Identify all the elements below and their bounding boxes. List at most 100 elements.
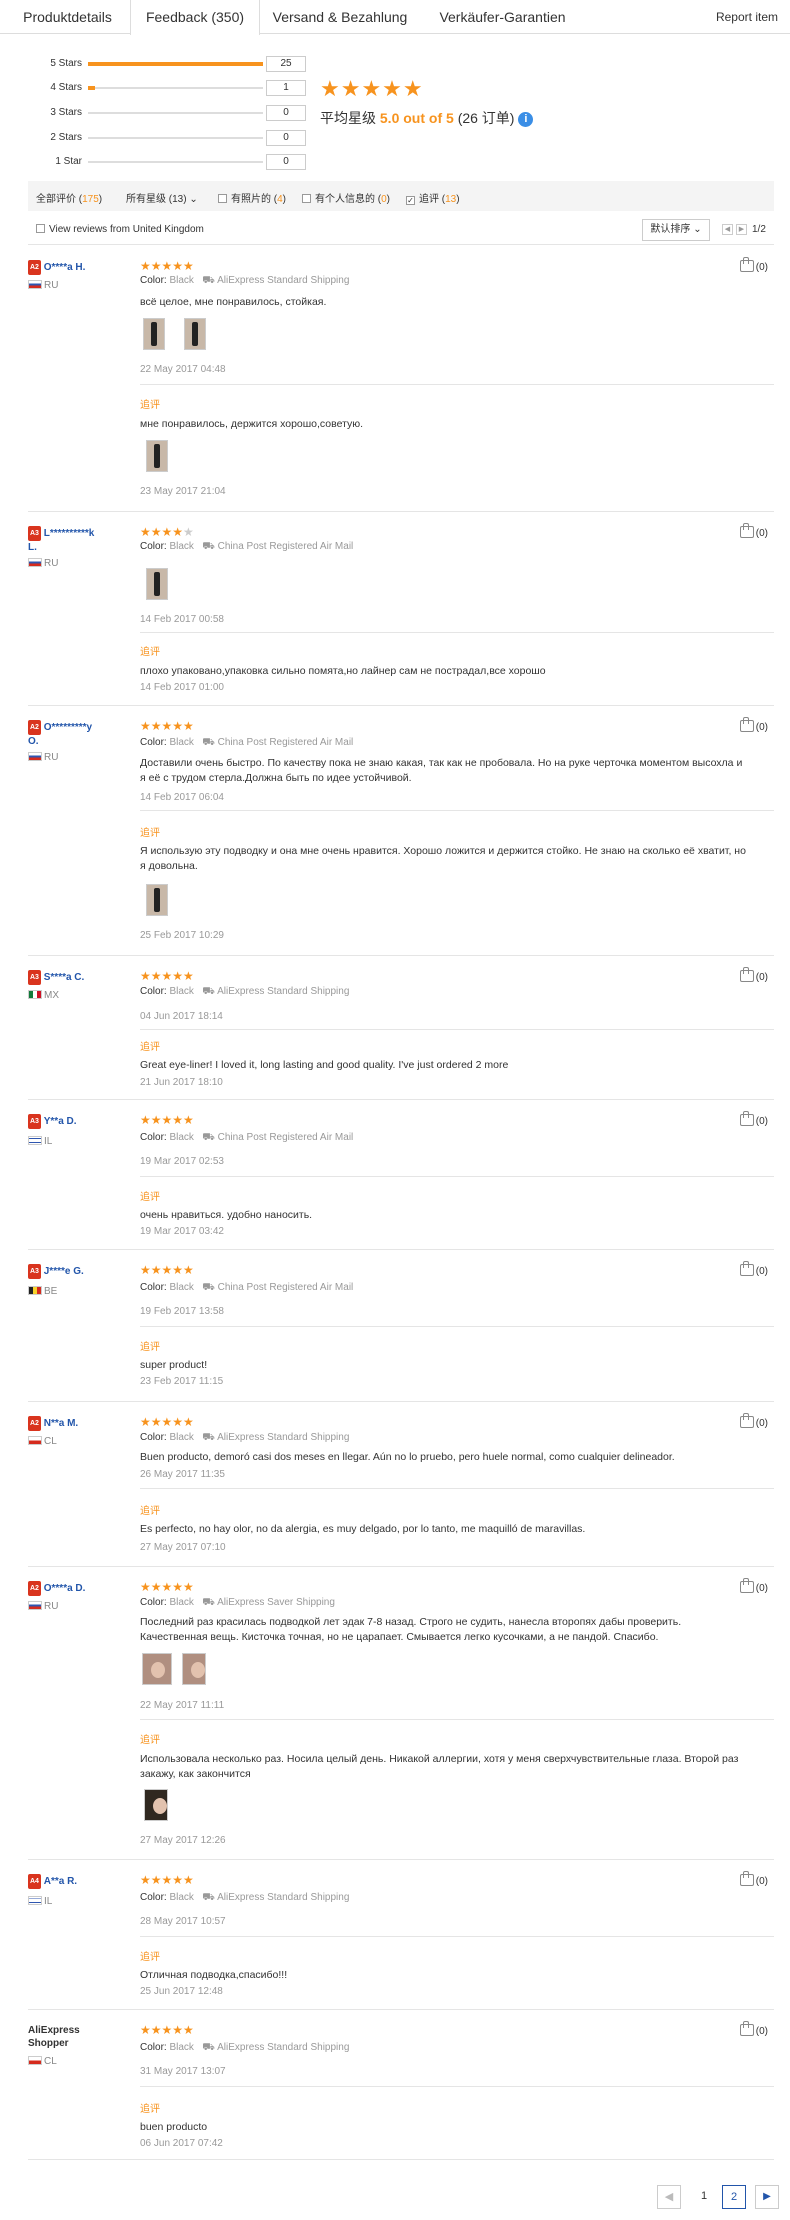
- filter-all-stars[interactable]: 所有星级 (13) ⌄: [126, 190, 198, 205]
- flag-icon: [28, 2056, 42, 2065]
- checkbox-checked[interactable]: ✓: [406, 196, 415, 205]
- color-key: Color:: [140, 541, 167, 552]
- sort-dropdown[interactable]: 默认排序 ⌄: [642, 219, 710, 241]
- review-text: Buen producto, demoró casi dos meses en …: [140, 1451, 675, 1463]
- chevron-left-icon[interactable]: ◀: [657, 2185, 681, 2209]
- reviewer-name-text: A**a R.: [43, 1876, 78, 1887]
- review-date: 19 Feb 2017 13:58: [140, 1306, 224, 1317]
- review-photo[interactable]: [182, 1653, 206, 1685]
- page-count: 1/2: [752, 224, 766, 235]
- filter-additional[interactable]: ✓ 追评 (13): [406, 190, 460, 205]
- review-item: A3 S****a C. MX ★★★★★ Color: Black ⛟ Ali…: [28, 956, 774, 1100]
- truck-icon: ⛟: [202, 1282, 215, 1293]
- reviewer-name[interactable]: AliExpress Shopper: [28, 2024, 124, 2050]
- review-date: 19 Mar 2017 02:53: [140, 1156, 224, 1167]
- tab-seller-guarantees[interactable]: Verkäufer-Garantien: [420, 0, 585, 34]
- divider: [140, 632, 774, 633]
- flag-icon: [28, 280, 42, 289]
- reviewer-name[interactable]: A4 A**a R.: [28, 1874, 124, 1889]
- thumbs-up-icon: [739, 967, 754, 982]
- rating-stars: ★★★★★: [140, 259, 194, 273]
- review-item: A3 J****e G. BE ★★★★★ Color: Black ⛟ Chi…: [28, 1250, 774, 1402]
- review-date: 14 Feb 2017 00:58: [140, 614, 224, 625]
- star-row-track: [88, 137, 263, 139]
- truck-icon: ⛟: [202, 541, 215, 552]
- thumbs-up-icon: [739, 1261, 754, 1276]
- info-icon[interactable]: i: [518, 111, 534, 127]
- checkbox[interactable]: [302, 194, 311, 203]
- filter-with-personal-info[interactable]: 有个人信息的 (0): [302, 190, 390, 205]
- reviewer-name[interactable]: A2 N**a M.: [28, 1416, 124, 1431]
- additional-date: 21 Jun 2017 18:10: [140, 1077, 223, 1088]
- additional-text: Es perfecto, no hay olor, no da alergia,…: [140, 1523, 586, 1535]
- tab-product-details[interactable]: Produktdetails: [0, 0, 135, 34]
- review-photo[interactable]: [144, 1789, 168, 1821]
- reviewer-name[interactable]: A2 O****a H.: [28, 260, 124, 275]
- star-row-track: [88, 86, 263, 90]
- reviewer-name[interactable]: A3 J****e G.: [28, 1264, 124, 1279]
- helpful-button[interactable]: (0): [739, 1871, 768, 1887]
- reviewer-name-text: Y**a D.: [43, 1116, 77, 1127]
- helpful-button[interactable]: (0): [739, 2021, 768, 2037]
- page-2[interactable]: 2: [722, 2185, 746, 2209]
- filter-all-close: ): [98, 194, 103, 205]
- helpful-button[interactable]: (0): [739, 1578, 768, 1594]
- additional-text: плохо упаковано,упаковка сильно помята,н…: [140, 665, 546, 677]
- chevron-down-icon: ⌄: [189, 194, 198, 205]
- reviewer-name[interactable]: A3 S****a C.: [28, 970, 124, 985]
- thumbs-up-icon: [739, 2021, 754, 2036]
- report-item-link[interactable]: Report item: [716, 10, 778, 24]
- divider: [140, 1488, 774, 1489]
- order-info: Color: Black ⛟ China Post Registered Air…: [140, 541, 353, 554]
- average-rating: ★★★★★ 平均星级 5.0 out of 5 (26 订单) i: [320, 78, 534, 128]
- view-uk-filter[interactable]: View reviews from United Kingdom: [36, 224, 204, 235]
- country-code: CL: [44, 2056, 57, 2067]
- helpful-button[interactable]: (0): [739, 967, 768, 983]
- helpful-button[interactable]: (0): [739, 717, 768, 733]
- filter-with-personal-close: ): [386, 194, 391, 205]
- rating-stars: ★★★★★: [140, 525, 194, 539]
- helpful-button[interactable]: (0): [739, 257, 768, 273]
- review-photo[interactable]: [184, 318, 206, 350]
- chevron-right-icon[interactable]: ▶: [736, 224, 747, 235]
- review-date: 31 May 2017 13:07: [140, 2066, 226, 2077]
- review-photo[interactable]: [143, 318, 165, 350]
- reviewer-name-text: L**********k: [43, 528, 95, 539]
- reviewer-name[interactable]: A2 O*********y O.: [28, 720, 124, 748]
- review-text: Последний раз красилась подводкой лет эд…: [140, 1616, 682, 1643]
- additional-date: 25 Jun 2017 12:48: [140, 1986, 223, 1997]
- helpful-button[interactable]: (0): [739, 1111, 768, 1127]
- tab-shipping-payment[interactable]: Versand & Bezahlung: [260, 0, 420, 34]
- reviewer-name[interactable]: A3 L**********k L.: [28, 526, 124, 554]
- review-photo[interactable]: [146, 568, 168, 600]
- star-row-label: 2 Stars: [50, 132, 82, 143]
- review-photo[interactable]: [146, 440, 168, 472]
- view-uk-label: View reviews from United Kingdom: [49, 224, 204, 235]
- chevron-right-icon[interactable]: ▶: [755, 2185, 779, 2209]
- helpful-button[interactable]: (0): [739, 523, 768, 539]
- star-row-fill: [88, 86, 95, 90]
- helpful-button[interactable]: (0): [739, 1261, 768, 1277]
- review-photo[interactable]: [142, 1653, 172, 1685]
- filter-all[interactable]: 全部评价 (175): [36, 190, 102, 205]
- review-item: A2 N**a M. CL ★★★★★ Color: Black ⛟ AliEx…: [28, 1402, 774, 1567]
- tab-feedback[interactable]: Feedback (350): [130, 0, 260, 35]
- checkbox[interactable]: [36, 224, 45, 233]
- review-photo[interactable]: [146, 884, 168, 916]
- reviewer-name[interactable]: A3 Y**a D.: [28, 1114, 124, 1129]
- filter-with-photos[interactable]: 有照片的 (4): [218, 190, 286, 205]
- reviewer-country: MX: [28, 990, 59, 1001]
- additional-date: 14 Feb 2017 01:00: [140, 682, 224, 693]
- divider: [140, 810, 774, 811]
- checkbox[interactable]: [218, 194, 227, 203]
- reviewer-name[interactable]: A2 O****a D.: [28, 1581, 124, 1596]
- order-info: Color: Black ⛟ China Post Registered Air…: [140, 1282, 353, 1295]
- reviewer-country: CL: [28, 1436, 57, 1447]
- country-code: MX: [44, 990, 59, 1001]
- review-text: Доставили очень быстро. По качеству пока…: [140, 757, 743, 784]
- helpful-button[interactable]: (0): [739, 1413, 768, 1429]
- chevron-left-icon[interactable]: ◀: [722, 224, 733, 235]
- reviewer-name-text: S****a C.: [43, 972, 85, 983]
- page-1[interactable]: 1: [692, 2185, 716, 2209]
- star-row-count: 0: [266, 130, 306, 146]
